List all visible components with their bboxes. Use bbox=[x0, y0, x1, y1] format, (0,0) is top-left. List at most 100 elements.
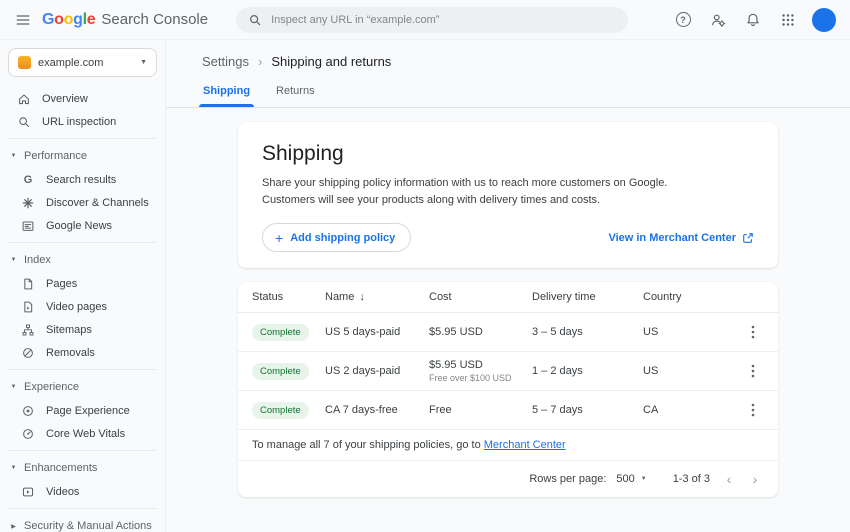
chevron-down-icon: ▼ bbox=[9, 465, 18, 471]
news-icon bbox=[21, 219, 35, 233]
sidebar-item-label: Google News bbox=[46, 220, 112, 232]
next-page-button[interactable]: › bbox=[742, 471, 768, 487]
page-icon bbox=[21, 277, 35, 291]
row-menu-button[interactable] bbox=[740, 319, 766, 345]
user-settings-icon bbox=[710, 12, 726, 28]
policy-name: US 2 days-paid bbox=[325, 365, 429, 377]
column-header-status: Status bbox=[252, 291, 325, 303]
kebab-menu-icon bbox=[751, 364, 755, 378]
body-row: example.com ▼ Overview URL inspection ▼ … bbox=[0, 40, 850, 532]
hamburger-menu-button[interactable] bbox=[8, 5, 38, 35]
property-selector[interactable]: example.com ▼ bbox=[8, 48, 157, 77]
sidebar-section-performance[interactable]: ▼ Performance bbox=[0, 144, 165, 168]
sidebar-section-security-manual-actions[interactable]: ▶ Security & Manual Actions bbox=[0, 514, 165, 532]
content-area: Shipping Share your shipping policy info… bbox=[166, 108, 850, 532]
shipping-description: Share your shipping policy information w… bbox=[262, 175, 754, 208]
sidebar-item-label: Removals bbox=[46, 347, 95, 359]
sidebar-item-pages[interactable]: Pages bbox=[0, 272, 165, 295]
sidebar-item-search-results[interactable]: G Search results bbox=[0, 168, 165, 191]
sidebar-item-videos[interactable]: Videos bbox=[0, 480, 165, 503]
policy-delivery-time: 1 – 2 days bbox=[532, 365, 643, 377]
chevron-down-icon: ▼ bbox=[9, 153, 18, 159]
section-label: Experience bbox=[24, 381, 79, 393]
rows-per-page-value: 500 bbox=[616, 473, 634, 485]
hamburger-icon bbox=[15, 12, 31, 28]
sidebar-group-index: ▼ Index Pages Video pages Sitemaps bbox=[0, 248, 165, 364]
row-menu-button[interactable] bbox=[740, 358, 766, 384]
merchant-center-footer-link[interactable]: Merchant Center bbox=[484, 439, 566, 451]
chevron-down-icon: ▼ bbox=[140, 59, 147, 66]
rows-per-page-select[interactable]: 500 ▼ bbox=[616, 473, 646, 485]
sidebar-item-label: Overview bbox=[42, 93, 88, 105]
app-logo: Google Search Console bbox=[42, 11, 208, 29]
kebab-menu-icon bbox=[751, 403, 755, 417]
search-icon bbox=[17, 115, 31, 129]
property-icon bbox=[18, 56, 31, 69]
sidebar-item-label: Sitemaps bbox=[46, 324, 92, 336]
chevron-down-icon: ▼ bbox=[9, 257, 18, 263]
sidebar-group-experience: ▼ Experience Page Experience Core Web Vi… bbox=[0, 375, 165, 445]
sidebar-item-label: Page Experience bbox=[46, 405, 130, 417]
table-row: Complete CA 7 days-free Free 5 – 7 days … bbox=[238, 391, 778, 430]
status-badge: Complete bbox=[252, 324, 309, 341]
policy-delivery-time: 5 – 7 days bbox=[532, 404, 643, 416]
policy-country: US bbox=[643, 365, 740, 377]
chevron-right-icon: ▶ bbox=[9, 523, 18, 530]
tab-shipping[interactable]: Shipping bbox=[190, 77, 263, 107]
sidebar-item-label: Video pages bbox=[46, 301, 107, 313]
chevron-right-icon: › bbox=[258, 54, 262, 69]
notifications-button[interactable] bbox=[738, 5, 768, 35]
plus-icon: + bbox=[275, 231, 283, 245]
cost-note: Free over $100 USD bbox=[429, 373, 532, 383]
page-title: Shipping bbox=[262, 142, 754, 166]
sidebar-section-enhancements[interactable]: ▼ Enhancements bbox=[0, 456, 165, 480]
policy-name: CA 7 days-free bbox=[325, 404, 429, 416]
sidebar: example.com ▼ Overview URL inspection ▼ … bbox=[0, 40, 166, 532]
sidebar-item-page-experience[interactable]: Page Experience bbox=[0, 399, 165, 422]
rows-per-page-label: Rows per page: bbox=[529, 473, 606, 485]
url-inspect-input[interactable] bbox=[271, 14, 616, 26]
removals-block-icon bbox=[21, 346, 35, 360]
google-apps-button[interactable] bbox=[773, 5, 803, 35]
description-line-1: Share your shipping policy information w… bbox=[262, 175, 754, 192]
sidebar-group-performance: ▼ Performance G Search results Discover … bbox=[0, 144, 165, 237]
status-badge: Complete bbox=[252, 363, 309, 380]
sidebar-item-core-web-vitals[interactable]: Core Web Vitals bbox=[0, 422, 165, 445]
section-label: Index bbox=[24, 254, 51, 266]
sidebar-section-index[interactable]: ▼ Index bbox=[0, 248, 165, 272]
sidebar-item-url-inspection[interactable]: URL inspection bbox=[0, 110, 165, 133]
sidebar-section-experience[interactable]: ▼ Experience bbox=[0, 375, 165, 399]
previous-page-button[interactable]: ‹ bbox=[716, 471, 742, 487]
divider bbox=[8, 508, 157, 509]
merchant-center-link-label: View in Merchant Center bbox=[608, 232, 736, 244]
policy-country: CA bbox=[643, 404, 740, 416]
row-menu-button[interactable] bbox=[740, 397, 766, 423]
tab-returns[interactable]: Returns bbox=[263, 77, 328, 107]
breadcrumb: Settings › Shipping and returns bbox=[166, 40, 850, 69]
breadcrumb-settings[interactable]: Settings bbox=[202, 54, 249, 69]
google-g-icon: G bbox=[21, 174, 35, 186]
add-shipping-policy-button[interactable]: + Add shipping policy bbox=[262, 223, 411, 252]
sidebar-item-video-pages[interactable]: Video pages bbox=[0, 295, 165, 318]
sidebar-item-overview[interactable]: Overview bbox=[0, 87, 165, 110]
help-button[interactable]: ? bbox=[668, 5, 698, 35]
pagination-bar: Rows per page: 500 ▼ 1-3 of 3 ‹ › bbox=[238, 461, 778, 497]
divider bbox=[8, 138, 157, 139]
sidebar-item-removals[interactable]: Removals bbox=[0, 341, 165, 364]
account-avatar[interactable] bbox=[812, 8, 836, 32]
divider bbox=[8, 450, 157, 451]
table-row: Complete US 2 days-paid $5.95 USD Free o… bbox=[238, 352, 778, 391]
sidebar-item-google-news[interactable]: Google News bbox=[0, 214, 165, 237]
sidebar-item-sitemaps[interactable]: Sitemaps bbox=[0, 318, 165, 341]
column-header-cost: Cost bbox=[429, 291, 532, 303]
chevron-down-icon: ▼ bbox=[9, 384, 18, 390]
url-inspect-searchbar[interactable] bbox=[236, 7, 628, 33]
user-settings-button[interactable] bbox=[703, 5, 733, 35]
sort-descending-icon: ↓ bbox=[359, 291, 365, 303]
search-icon bbox=[248, 13, 262, 27]
column-header-name[interactable]: Name ↓ bbox=[325, 291, 429, 303]
view-in-merchant-center-link[interactable]: View in Merchant Center bbox=[608, 232, 754, 244]
column-header-country: Country bbox=[643, 291, 740, 303]
app-title: Search Console bbox=[101, 11, 208, 28]
sidebar-item-discover-channels[interactable]: Discover & Channels bbox=[0, 191, 165, 214]
